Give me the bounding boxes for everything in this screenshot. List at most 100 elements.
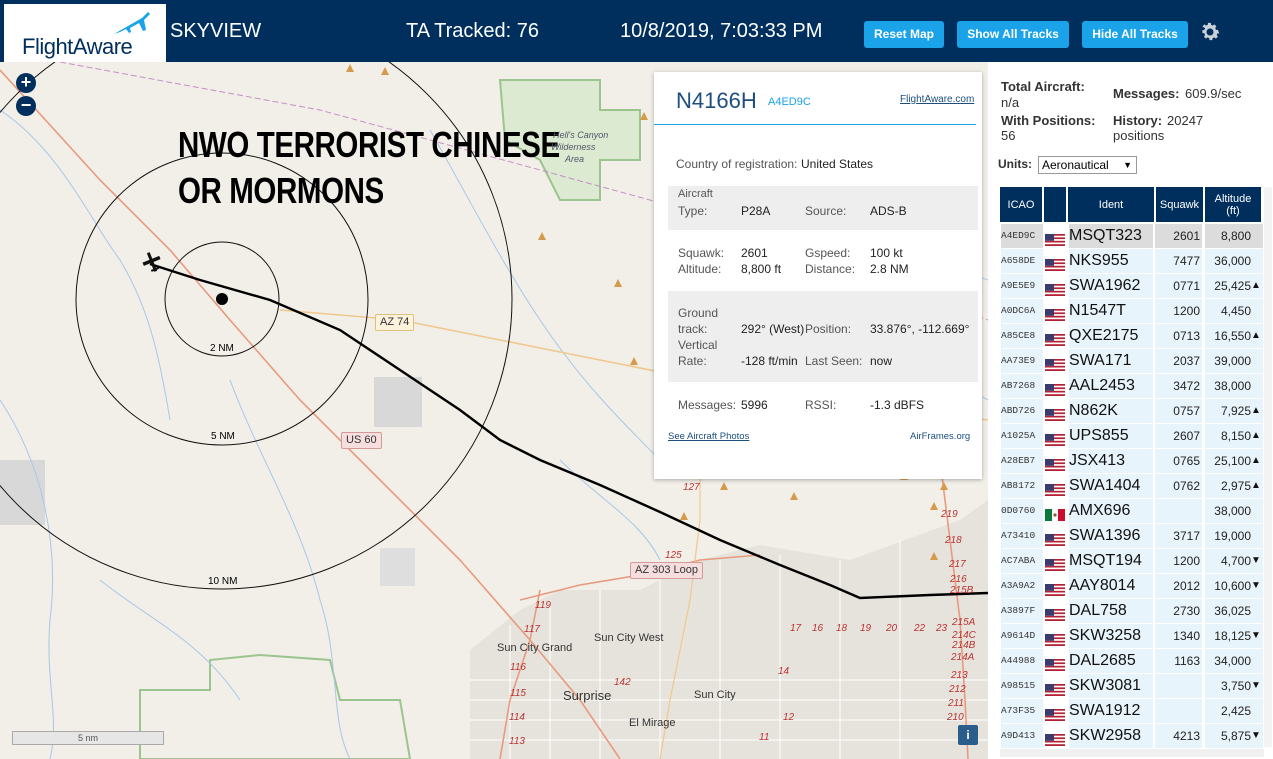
- cell-squawk: 3472: [1155, 374, 1202, 398]
- total-aircraft-value: n/a: [1001, 95, 1020, 110]
- table-row[interactable]: A1025A UPS855 2607 8,150 ▲: [1000, 424, 1264, 449]
- units-label: Units:: [998, 157, 1032, 171]
- cell-squawk: [1155, 499, 1202, 523]
- cell-icao: A44988: [1001, 649, 1043, 673]
- airframes-link[interactable]: AirFrames.org: [910, 431, 970, 442]
- with-positions-label: With Positions:: [1001, 113, 1096, 128]
- exit-label: 16: [812, 623, 824, 634]
- cell-icao: AC7ABA: [1001, 549, 1043, 573]
- exit-label: 217: [949, 559, 966, 570]
- vertical-label: Vertical: [678, 338, 718, 352]
- us-flag-icon: [1045, 430, 1065, 446]
- table-row[interactable]: 0D0760 AMX696 38,000: [1000, 499, 1264, 524]
- exit-label: 17: [790, 623, 802, 634]
- exit-label: 113: [509, 736, 525, 747]
- cell-icao: AB8172: [1001, 474, 1043, 498]
- exit-label: 212: [949, 684, 966, 695]
- table-row[interactable]: A658DE NKS955 7477 36,000: [1000, 249, 1264, 274]
- hide-all-tracks-button[interactable]: Hide All Tracks: [1082, 21, 1188, 48]
- flightaware-link[interactable]: FlightAware.com: [900, 94, 974, 105]
- altitude-trend-icon: [1250, 349, 1262, 373]
- country-label: Country of registration:: [676, 157, 798, 171]
- logo-text: FlightAware: [22, 34, 133, 59]
- cell-icao: A9D413: [1001, 724, 1043, 748]
- exit-label: 218: [945, 535, 962, 546]
- cell-squawk: 3717: [1155, 524, 1202, 548]
- ring-label-2nm: 2 NM: [210, 343, 234, 354]
- table-row[interactable]: A0DC6A N1547T 1200 4,450: [1000, 299, 1264, 324]
- aircraft-label: Aircraft: [678, 188, 713, 200]
- table-row[interactable]: AA73E9 SWA171 2037 39,000: [1000, 349, 1264, 374]
- table-row[interactable]: ABD726 N862K 0757 7,925 ▲: [1000, 399, 1264, 424]
- altitude-label: Altitude:: [678, 262, 722, 276]
- table-row[interactable]: A85CE8 QXE2175 0713 16,550 ▲: [1000, 324, 1264, 349]
- gspeed-value: 100 kt: [870, 246, 903, 260]
- table-row[interactable]: AB8172 SWA1404 0762 2,975 ▲: [1000, 474, 1264, 499]
- table-row[interactable]: A44988 DAL2685 1163 34,000: [1000, 649, 1264, 674]
- us-flag-icon: [1045, 730, 1065, 746]
- town-el-mirage: El Mirage: [629, 717, 676, 729]
- app-name: SKYVIEW: [170, 20, 262, 42]
- cell-icao: AB7268: [1001, 374, 1043, 398]
- type-value: P28A: [741, 204, 771, 218]
- altitude-trend-icon: [1250, 224, 1262, 248]
- cell-squawk: 1163: [1155, 649, 1202, 673]
- col-header-flag[interactable]: [1044, 187, 1066, 222]
- col-header-squawk[interactable]: Squawk: [1156, 187, 1203, 222]
- map-info-button[interactable]: i: [958, 725, 978, 745]
- flightaware-logo[interactable]: FlightAware: [4, 4, 166, 62]
- cell-ident: SWA1396: [1069, 524, 1153, 548]
- cell-squawk: 2037: [1155, 349, 1202, 373]
- us-flag-icon: [1045, 680, 1065, 696]
- mexico-flag-icon: [1045, 505, 1065, 521]
- table-row[interactable]: A4ED9C MSQT323 2601 8,800: [1000, 224, 1264, 249]
- table-row[interactable]: A3A9A2 AAY8014 2012 10,600 ▼: [1000, 574, 1264, 599]
- total-aircraft-label: Total Aircraft:: [1001, 79, 1085, 94]
- units-select[interactable]: Aeronautical ▼: [1038, 156, 1137, 174]
- us-flag-icon: [1045, 605, 1065, 621]
- table-row[interactable]: A9614D SKW3258 1340 18,125 ▼: [1000, 624, 1264, 649]
- table-row[interactable]: A3897F DAL758 2730 36,025: [1000, 599, 1264, 624]
- zoom-out-button[interactable]: −: [16, 96, 36, 116]
- aircraft-photos-link[interactable]: See Aircraft Photos: [668, 431, 749, 442]
- cell-icao: ABD726: [1001, 399, 1043, 423]
- cell-icao: 0D0760: [1001, 499, 1043, 523]
- distance-value: 2.8 NM: [870, 262, 909, 276]
- us-flag-icon: [1045, 380, 1065, 396]
- exit-label: 12: [783, 712, 795, 723]
- table-row[interactable]: A9D413 SKW2958 4213 5,875 ▼: [1000, 724, 1264, 749]
- table-row[interactable]: AC7ABA MSQT194 1200 4,700 ▼: [1000, 549, 1264, 574]
- type-label: Type:: [678, 204, 708, 218]
- table-horizontal-scrollbar[interactable]: [1000, 749, 1264, 757]
- altitude-value: 8,800 ft: [741, 262, 782, 276]
- table-row[interactable]: A28EB7 JSX413 0765 25,100 ▲: [1000, 449, 1264, 474]
- table-row[interactable]: A73410 SWA1396 3717 19,000: [1000, 524, 1264, 549]
- show-all-tracks-button[interactable]: Show All Tracks: [957, 21, 1069, 48]
- col-header-ident[interactable]: Ident: [1068, 187, 1154, 222]
- app-header: FlightAware SKYVIEW TA Tracked: 76 10/8/…: [0, 0, 1273, 62]
- cell-ident: UPS855: [1069, 424, 1153, 448]
- table-scrollbar[interactable]: [1264, 187, 1272, 747]
- overlay-text: NWO TERRORIST CHINESE OR MORMONS: [178, 122, 560, 214]
- gear-icon[interactable]: [1198, 20, 1222, 44]
- table-row[interactable]: A73F35 SWA1912 2,425: [1000, 699, 1264, 724]
- cell-squawk: [1155, 699, 1202, 723]
- cell-squawk: 1200: [1155, 299, 1202, 323]
- col-header-altitude[interactable]: Altitude (ft): [1205, 187, 1261, 222]
- datetime: 10/8/2019, 7:03:33 PM: [620, 20, 823, 42]
- position-label: Position:: [805, 322, 852, 336]
- zoom-in-button[interactable]: +: [16, 73, 36, 93]
- wilderness-label-1: Hell's Canyon: [553, 130, 609, 140]
- table-row[interactable]: A98515 SKW3081 3,750 ▼: [1000, 674, 1264, 699]
- exit-label: 119: [535, 600, 551, 611]
- reset-map-button[interactable]: Reset Map: [864, 21, 944, 48]
- us-flag-icon: [1045, 655, 1065, 671]
- table-row[interactable]: A9E5E9 SWA1962 0771 25,425 ▲: [1000, 274, 1264, 299]
- plane-logo-icon: [114, 12, 150, 34]
- table-row[interactable]: AB7268 AAL2453 3472 38,000: [1000, 374, 1264, 399]
- selected-aircraft-icon: [142, 252, 161, 272]
- col-header-icao[interactable]: ICAO: [1000, 187, 1042, 222]
- exit-label: 116: [510, 662, 526, 673]
- cell-icao: A0DC6A: [1001, 299, 1043, 323]
- cell-icao: A28EB7: [1001, 449, 1043, 473]
